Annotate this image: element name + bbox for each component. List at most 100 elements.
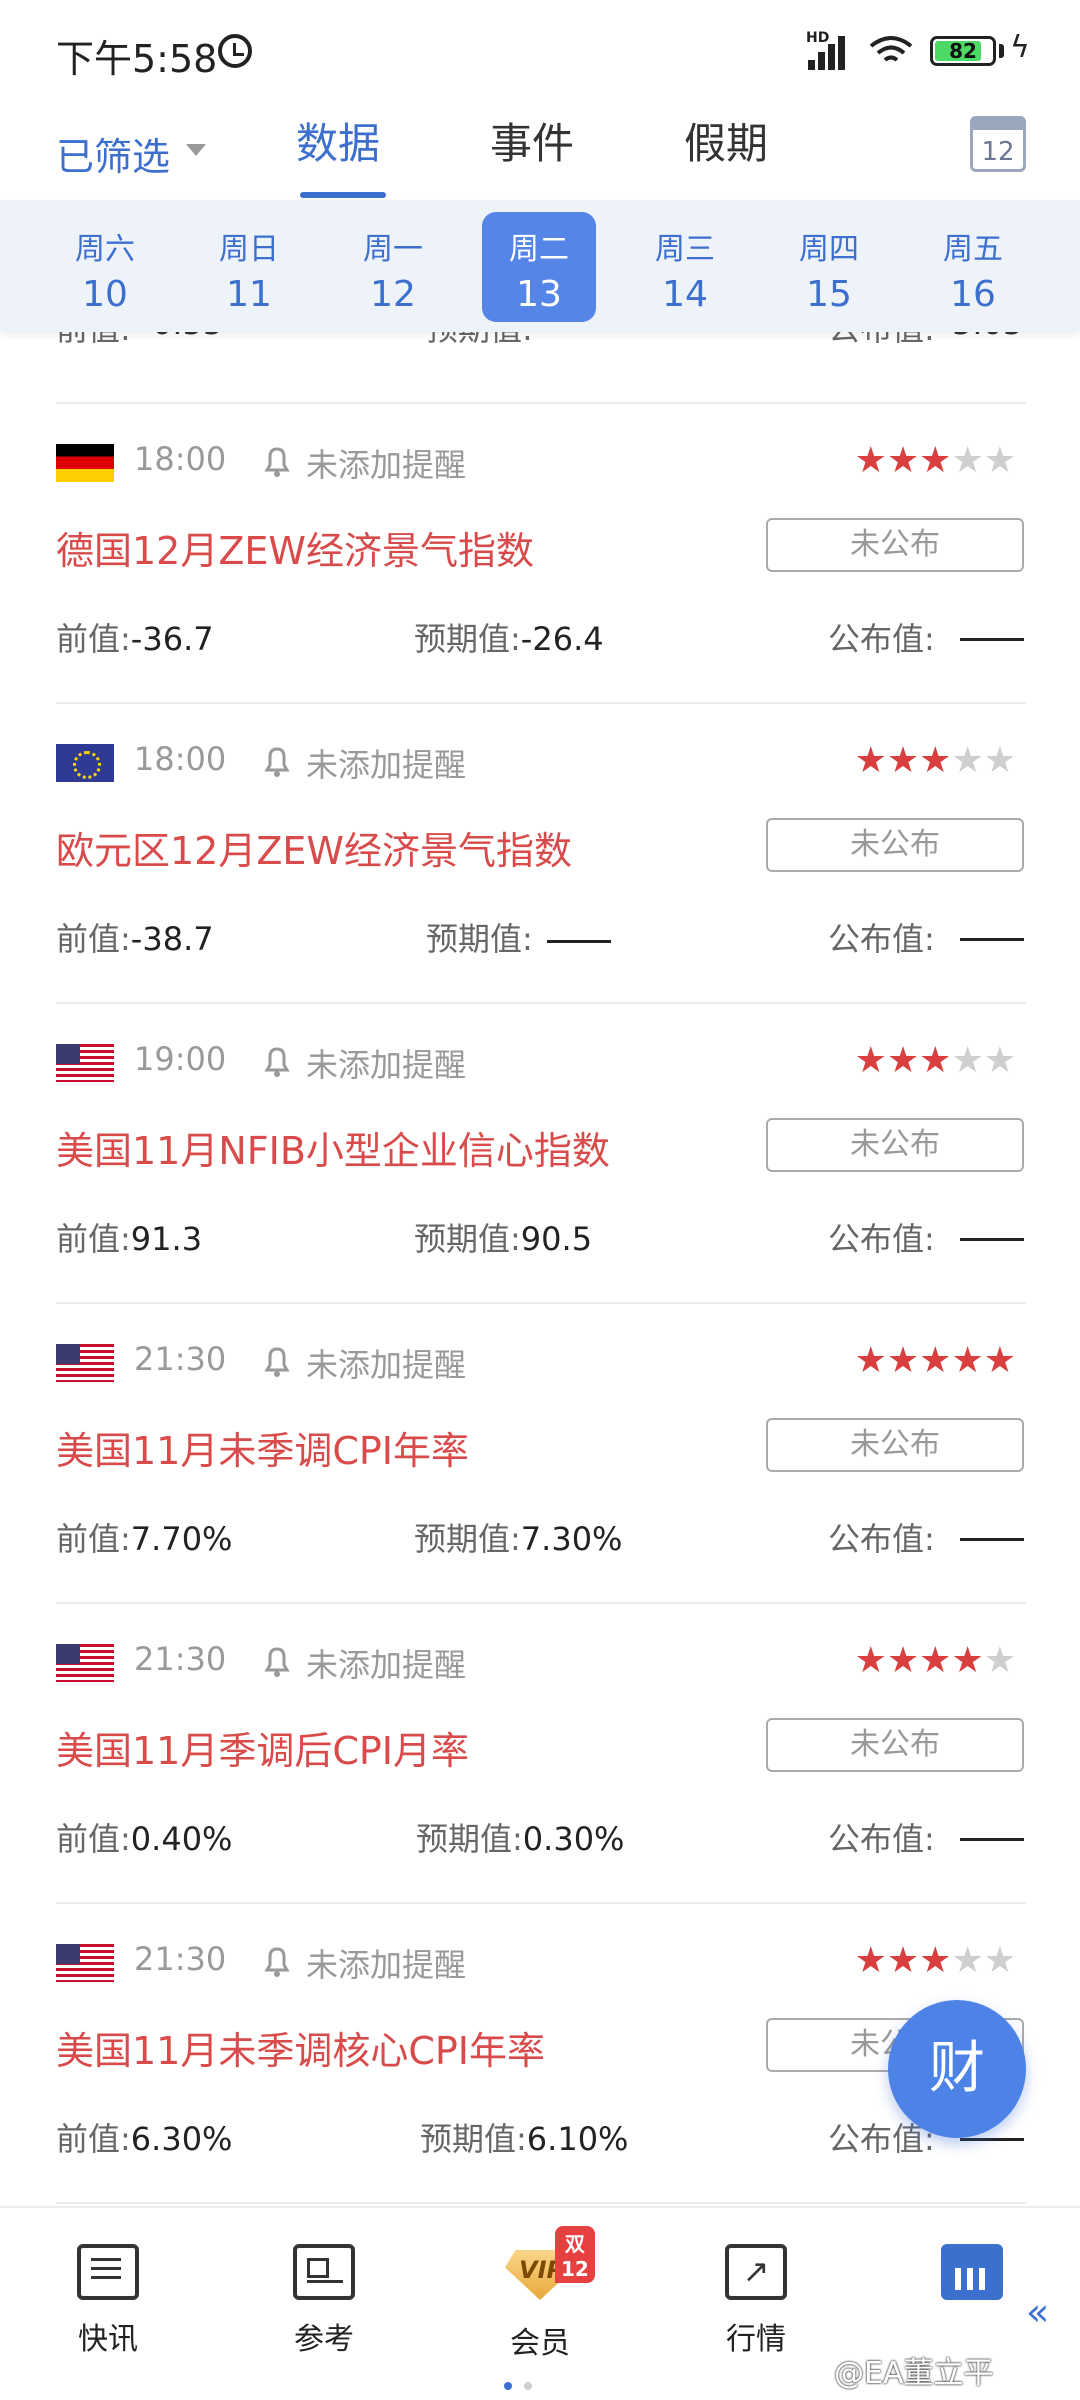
star-icon: ★ [919,740,952,781]
day-sun[interactable]: 周日 11 [192,212,306,322]
star-icon: ★ [951,1940,984,1981]
expected-value: 90.5 [520,1220,593,1258]
country-flag-icon [56,1044,114,1082]
prev-label: 前值: [56,620,131,658]
alarm-icon [218,34,252,68]
country-flag-icon [56,744,114,782]
star-icon: ★ [983,1040,1016,1081]
nav-vip[interactable]: VIP 双12 会员 [470,2226,610,2362]
add-reminder-link[interactable]: 未添加提醒 [306,440,466,486]
day-date: 11 [226,274,272,315]
day-weekday: 周日 [219,232,279,267]
country-flag-icon [56,1944,114,1982]
event-item[interactable]: 21:30 未添加提醒 ★★★★★ 美国11月季调后CPI月率 未公布 前值:0.40% 预… [0,1604,1080,1904]
status-bar: 下午5:58 HD 82 ϟ [0,0,1080,100]
published-label: 公布值: [828,920,935,958]
prev-value: -38.7 [130,920,214,958]
event-title[interactable]: 美国11月未季调CPI年率 [56,1420,469,1475]
calendar-icon [941,2244,1003,2300]
event-time: 18:00 [134,440,227,478]
event-title[interactable]: 美国11月季调后CPI月率 [56,1720,469,1775]
vip-icon: VIP 双12 [497,2226,595,2304]
expected-label: 预期值: [420,2120,527,2158]
day-date: 12 [370,274,416,315]
event-time: 21:30 [134,1940,227,1978]
signal-icon [808,30,856,70]
add-reminder-link[interactable]: 未添加提醒 [306,1640,466,1686]
event-title[interactable]: 美国11月未季调核心CPI年率 [56,2020,545,2075]
event-title[interactable]: 欧元区12月ZEW经济景气指数 [56,820,572,875]
day-thu[interactable]: 周四 15 [772,212,886,322]
country-flag-icon [56,1344,114,1382]
event-item[interactable]: 18:00 未添加提醒 ★★★★★ 德国12月ZEW经济景气指数 未公布 前值:-36.7… [0,404,1080,704]
day-wed[interactable]: 周三 14 [628,212,742,322]
add-reminder-link[interactable]: 未添加提醒 [306,1940,466,1986]
filter-dropdown[interactable]: 已筛选 [56,126,170,181]
day-mon[interactable]: 周一 12 [336,212,450,322]
day-weekday: 周四 [799,232,859,267]
star-icon: ★ [951,1340,984,1381]
nav-calendar[interactable] [902,2244,1042,2300]
prev-label: 前值: [56,2120,131,2158]
nav-label: 会员 [510,2326,570,2361]
event-item[interactable]: 21:30 未添加提醒 ★★★★★ 美国11月未季调CPI年率 未公布 前值:7.70% 预… [0,1304,1080,1604]
tab-events[interactable]: 事件 [490,110,574,171]
bell-icon[interactable] [262,1344,292,1378]
promo-badge: 双12 [555,2226,595,2283]
event-time: 21:30 [134,1640,227,1678]
day-tue-selected[interactable]: 周二 13 [482,212,596,322]
bell-icon[interactable] [262,1644,292,1678]
tab-holidays[interactable]: 假期 [684,110,768,171]
star-icon: ★ [919,1340,952,1381]
add-reminder-link[interactable]: 未添加提醒 [306,1340,466,1386]
star-icon: ★ [854,1940,887,1981]
add-reminder-link[interactable]: 未添加提醒 [306,740,466,786]
star-icon: ★ [919,440,952,481]
bell-icon[interactable] [262,444,292,478]
caret-down-icon[interactable] [186,144,206,156]
day-weekday: 周三 [655,232,715,267]
reference-icon [293,2244,355,2300]
calendar-button[interactable]: 12 [970,116,1026,172]
event-title[interactable]: 德国12月ZEW经济景气指数 [56,520,534,575]
wifi-icon [869,36,913,62]
add-reminder-link[interactable]: 未添加提醒 [306,1040,466,1086]
empty-value-dash [546,939,611,943]
expected-label: 预期值: [414,620,521,658]
bell-icon[interactable] [262,744,292,778]
event-title[interactable]: 美国11月NFIB小型企业信心指数 [56,1120,610,1175]
tab-data[interactable]: 数据 [296,110,380,171]
day-sat[interactable]: 周六 10 [48,212,162,322]
star-icon: ★ [886,1340,920,1381]
bell-icon[interactable] [262,1044,292,1078]
finance-fab-button[interactable]: 财 [888,2000,1026,2138]
nav-reference[interactable]: 参考 [254,2244,394,2358]
header: 已筛选 数据 事件 假期 12 [0,100,1080,200]
expected-label: 预期值: [426,920,533,958]
published-label: 公布值: [828,620,935,658]
collapse-chevron-icon[interactable]: « [1026,2290,1049,2334]
nav-label: 参考 [294,2322,354,2357]
empty-value-dash [960,1838,1024,1841]
divider [56,2202,1026,2204]
event-item[interactable]: 19:00 未添加提醒 ★★★★★ 美国11月NFIB小型企业信心指数 未公布 前值:91… [0,1004,1080,1304]
calendar-day: 12 [981,137,1015,167]
status-badge: 未公布 [766,818,1024,872]
nav-news[interactable]: 快讯 [38,2244,178,2358]
status-time: 下午5:58 [56,37,218,81]
day-fri[interactable]: 周五 16 [916,212,1030,322]
prev-value: -36.7 [130,620,214,658]
expected-label: 预期值: [416,1820,523,1858]
empty-value-dash [960,938,1024,941]
event-list[interactable]: 前值: 0.55 预期值: 公布值: 5.05 18:00未添加提醒★★★★★德… [0,332,1080,2206]
day-date: 10 [82,274,128,315]
status-badge: 未公布 [766,1718,1024,1772]
event-item[interactable]: 18:00 未添加提醒 ★★★★★ 欧元区12月ZEW经济景气指数 未公布 前值:-38.… [0,704,1080,1004]
expected-value: 7.30% [520,1520,623,1558]
nav-market[interactable]: 行情 [686,2244,826,2358]
partial-event-values: 前值: 0.55 预期值: 公布值: 5.05 [56,332,1026,364]
importance-stars: ★★★★★ [855,440,1016,481]
star-icon: ★ [983,1640,1016,1681]
expected-label: 预期值: [414,1220,521,1258]
bell-icon[interactable] [262,1944,292,1978]
